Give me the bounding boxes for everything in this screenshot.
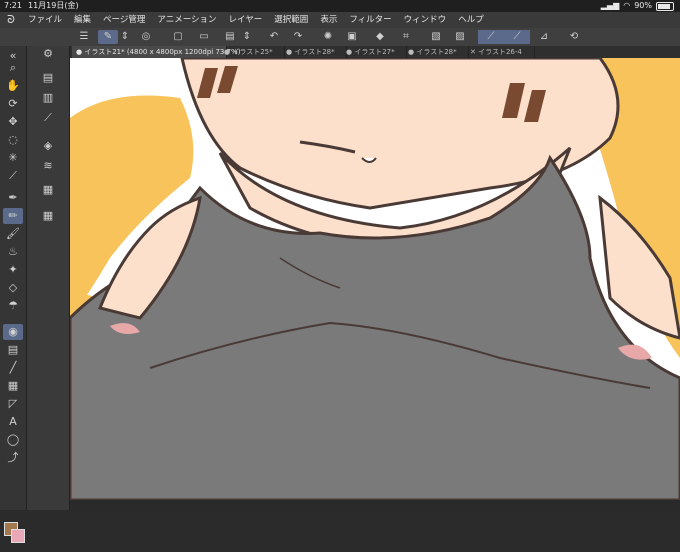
crop-icon[interactable]: ⌗ <box>398 30 414 44</box>
eyedropper-icon[interactable]: ⟋ <box>3 168 23 184</box>
menu-edit[interactable]: 編集 <box>68 12 97 28</box>
menu-window[interactable]: ウィンドウ <box>398 12 453 28</box>
battery-percent: 90% <box>634 1 652 10</box>
gradient-icon[interactable]: ▤ <box>3 342 23 358</box>
loading-icon[interactable]: ✺ <box>320 30 336 44</box>
save-icon[interactable]: ▤ <box>222 30 238 44</box>
text-icon[interactable]: A <box>3 414 23 430</box>
menu-selection[interactable]: 選択範囲 <box>268 12 314 28</box>
color-swatches[interactable] <box>2 520 26 552</box>
lasso-icon[interactable]: ◌ <box>3 132 23 148</box>
menu-page[interactable]: ページ管理 <box>97 12 151 28</box>
drawing-canvas[interactable] <box>70 58 680 500</box>
zoom-icon[interactable]: ⌕ <box>3 60 23 76</box>
menu-help[interactable]: ヘルプ <box>452 12 490 28</box>
bottom-bar <box>70 500 680 510</box>
eraser-icon[interactable]: ◇ <box>3 280 23 296</box>
command-bar: ☰ ✎ ⇕ ◎ ▢ ▭ ▤ ⇕ ↶ ↷ ✺ ▣ ◆ ⌗ ▧ ▨ ⟋ ⟋ ⊿ ⟲ <box>0 28 680 47</box>
fill-bucket-icon[interactable]: ◉ <box>3 324 23 340</box>
signal-icon: ▂▄▆ <box>600 1 620 10</box>
document-tabs: ● イラスト21* (4800 x 4800px 1200dpi 73.7%) … <box>70 46 680 58</box>
color-mixer-icon[interactable]: ◎ <box>138 30 154 44</box>
settings-icon[interactable]: ⚙ <box>39 46 57 62</box>
wifi-icon: ◠ <box>623 1 631 10</box>
menu-animation[interactable]: アニメーション <box>151 12 222 28</box>
clip-studio-logo-icon[interactable]: ᘐ <box>0 12 22 28</box>
properties-icon[interactable]: ▦ <box>39 182 57 198</box>
magic-wand-icon[interactable]: ✳ <box>3 150 23 166</box>
menu-layer[interactable]: レイヤー <box>223 12 269 28</box>
rotate-icon[interactable]: ⟳ <box>3 96 23 112</box>
sub-color-swatch[interactable] <box>11 529 25 543</box>
layers-stack-icon[interactable]: ≋ <box>39 158 57 174</box>
new-file-icon[interactable]: ▢ <box>170 30 186 44</box>
menu-bar: ᘐ ファイル 編集 ページ管理 アニメーション レイヤー 選択範囲 表示 フィル… <box>0 12 680 28</box>
undo-icon[interactable]: ↶ <box>266 30 282 44</box>
sub-tool-icon-2[interactable]: ▥ <box>39 90 57 106</box>
ruler-tool-icon[interactable]: ◸ <box>3 396 23 412</box>
ruler-snap-icon[interactable]: ⟋ <box>504 30 530 44</box>
sub-tool-palette: ⚙ ▤ ▥ ⟋ ◈ ≋ ▦ ▦ <box>27 46 70 510</box>
menu-view[interactable]: 表示 <box>314 12 343 28</box>
artwork <box>70 58 680 500</box>
clock: 7:21 <box>4 1 22 10</box>
pen-tool-icon[interactable]: ✎ <box>98 30 118 44</box>
battery-icon <box>656 1 674 11</box>
frame-icon[interactable]: ▦ <box>3 378 23 394</box>
chevron-updown-icon[interactable]: ⇕ <box>120 30 130 44</box>
tool-palette: « ⌕ ✋ ⟳ ✥ ◌ ✳ ⟋ ✒ ✏ 🖌 ♨ ✦ ◇ ☂ ◉ ▤ ╱ ▦ ◸ … <box>0 46 27 543</box>
navigator-icon[interactable]: ▦ <box>39 208 57 224</box>
layer-off-icon[interactable]: ▨ <box>452 30 468 44</box>
correct-line-icon[interactable]: ⤴ <box>3 450 23 466</box>
tab-illust25[interactable]: ● イラスト25* <box>220 46 285 58</box>
menu-filter[interactable]: フィルター <box>343 12 397 28</box>
open-folder-icon[interactable]: ▭ <box>196 30 212 44</box>
tab-illust28[interactable]: ● イラスト28* <box>282 46 347 58</box>
figure-icon[interactable]: ╱ <box>3 360 23 376</box>
chevron-updown-icon-2[interactable]: ⇕ <box>242 30 252 44</box>
tab-illust21[interactable]: ● イラスト21* (4800 x 4800px 1200dpi 73.7%) <box>72 46 240 58</box>
pen-icon[interactable]: ✒ <box>3 190 23 206</box>
layer-icon[interactable]: ◈ <box>39 138 57 154</box>
redo-icon[interactable]: ↷ <box>290 30 306 44</box>
decoration-icon[interactable]: ✦ <box>3 262 23 278</box>
status-right: ▂▄▆ ◠ 90% <box>601 0 674 12</box>
blend-icon[interactable]: ☂ <box>3 298 23 314</box>
status-bar: 7:21 11月19日(金) ▂▄▆ ◠ 90% <box>0 0 680 12</box>
fill-icon[interactable]: ◆ <box>372 30 388 44</box>
sub-tool-icon-1[interactable]: ▤ <box>39 70 57 86</box>
brush-size-icon[interactable]: ⟋ <box>39 110 57 126</box>
pencil-icon[interactable]: ✏ <box>3 208 23 224</box>
airbrush-icon[interactable]: ♨ <box>3 244 23 260</box>
clear-layer-icon[interactable]: ▣ <box>344 30 360 44</box>
date: 11月19日(金) <box>28 1 79 10</box>
move-icon[interactable]: ✥ <box>3 114 23 130</box>
perspective-icon[interactable]: ⊿ <box>536 30 552 44</box>
tab-illust27[interactable]: ● イラスト27* <box>342 46 407 58</box>
brush-icon[interactable]: 🖌 <box>3 226 23 242</box>
balloon-icon[interactable]: ◯ <box>3 432 23 448</box>
transform-icon[interactable]: ⟲ <box>566 30 582 44</box>
hamburger-icon[interactable]: ☰ <box>76 30 92 44</box>
hand-icon[interactable]: ✋ <box>3 78 23 94</box>
tab-illust28b[interactable]: ● イラスト28* <box>404 46 469 58</box>
ruler-icon[interactable]: ⟋ <box>478 30 504 44</box>
tab-illust26-4[interactable]: ✕ イラスト26-4 <box>466 46 535 58</box>
layer-mask-icon[interactable]: ▧ <box>428 30 444 44</box>
menu-file[interactable]: ファイル <box>22 12 68 28</box>
